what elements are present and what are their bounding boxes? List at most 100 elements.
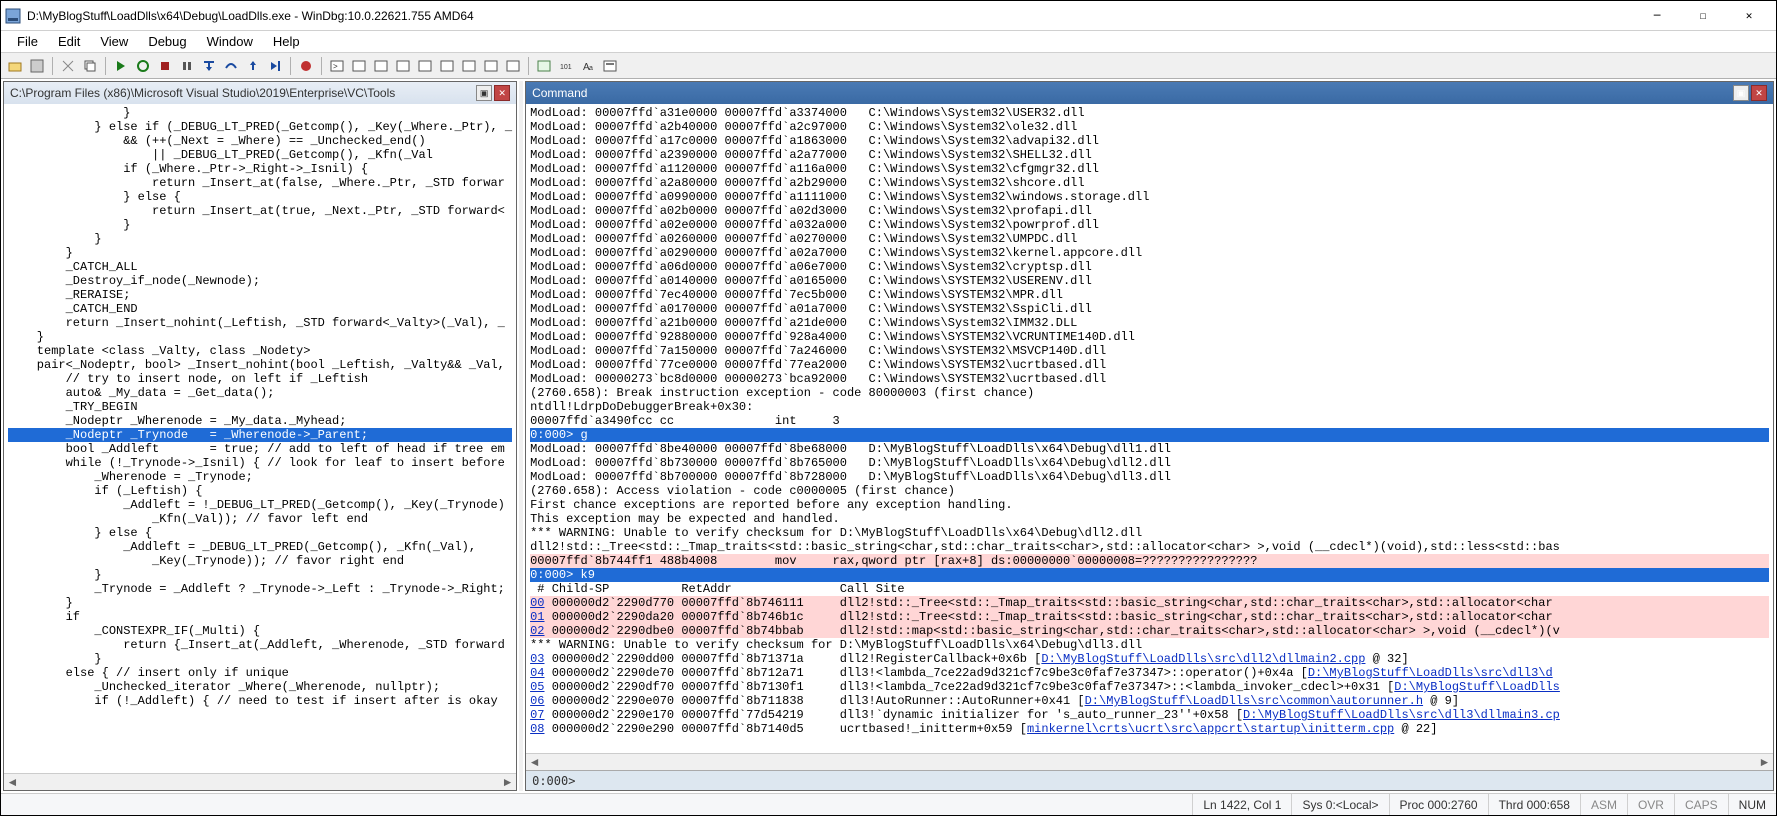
- memory-window-icon[interactable]: [415, 56, 435, 76]
- source-line[interactable]: auto& _My_data = _Get_data();: [8, 386, 512, 400]
- source-line[interactable]: || _DEBUG_LT_PRED(_Getcomp(), _Kfn(_Val: [8, 148, 512, 162]
- source-line[interactable]: }: [8, 568, 512, 582]
- source-line[interactable]: return _Insert_at(false, _Where._Ptr, _S…: [8, 176, 512, 190]
- source-line[interactable]: _TRY_BEGIN: [8, 400, 512, 414]
- stop-icon[interactable]: [155, 56, 175, 76]
- open-icon[interactable]: [5, 56, 25, 76]
- source-line[interactable]: _Nodeptr _Wherenode = _My_data._Myhead;: [8, 414, 512, 428]
- source-line[interactable]: && (++(_Next = _Where) == _Unchecked_end…: [8, 134, 512, 148]
- dml-link[interactable]: minkernel\crts\ucrt\src\appcrt\startup\i…: [1027, 722, 1394, 736]
- pane-dock-icon[interactable]: ▣: [476, 85, 492, 101]
- dml-link[interactable]: 01: [530, 610, 544, 624]
- step-out-icon[interactable]: [243, 56, 263, 76]
- dml-link[interactable]: D:\MyBlogStuff\LoadDlls: [1394, 680, 1560, 694]
- scroll-right-icon[interactable]: ►: [499, 775, 516, 790]
- break-icon[interactable]: [177, 56, 197, 76]
- source-line[interactable]: }: [8, 652, 512, 666]
- dml-link[interactable]: 00: [530, 596, 544, 610]
- locals-window-icon[interactable]: [371, 56, 391, 76]
- menu-help[interactable]: Help: [263, 32, 310, 51]
- command-pane-titlebar[interactable]: Command ▣ ✕: [526, 82, 1773, 104]
- source-line[interactable]: else { // insert only if unique: [8, 666, 512, 680]
- cut-icon[interactable]: [58, 56, 78, 76]
- source-line[interactable]: _Wherenode = _Trynode;: [8, 470, 512, 484]
- source-line[interactable]: return _Insert_at(true, _Next._Ptr, _STD…: [8, 204, 512, 218]
- source-line[interactable]: pair<_Nodeptr, bool> _Insert_nohint(bool…: [8, 358, 512, 372]
- scroll-left-icon[interactable]: ◄: [4, 775, 21, 790]
- minimize-button[interactable]: ─: [1634, 1, 1680, 31]
- pane-close-icon[interactable]: ✕: [494, 85, 510, 101]
- source-line[interactable]: template <class _Valty, class _Nodety>: [8, 344, 512, 358]
- source-line[interactable]: _Destroy_if_node(_Newnode);: [8, 274, 512, 288]
- step-over-icon[interactable]: [221, 56, 241, 76]
- source-line[interactable]: if (!_Addleft) { // need to test if inse…: [8, 694, 512, 708]
- source-line[interactable]: _Key(_Trynode)); // favor right end: [8, 554, 512, 568]
- source-line[interactable]: }: [8, 246, 512, 260]
- source-line[interactable]: if (_Where._Ptr->_Right->_Isnil) {: [8, 162, 512, 176]
- menu-file[interactable]: File: [7, 32, 48, 51]
- breakpoints-icon[interactable]: [296, 56, 316, 76]
- source-line[interactable]: if: [8, 610, 512, 624]
- source-line[interactable]: _Addleft = _DEBUG_LT_PRED(_Getcomp(), _K…: [8, 540, 512, 554]
- maximize-button[interactable]: ☐: [1680, 1, 1726, 31]
- source-line[interactable]: } else {: [8, 190, 512, 204]
- source-line[interactable]: _RERAISE;: [8, 288, 512, 302]
- dml-link[interactable]: 04: [530, 666, 544, 680]
- callstack-window-icon[interactable]: [437, 56, 457, 76]
- source-line[interactable]: _Unchecked_iterator _Where(_Wherenode, n…: [8, 680, 512, 694]
- go-icon[interactable]: [111, 56, 131, 76]
- source-line[interactable]: _Nodeptr _Trynode = _Wherenode->_Parent;: [8, 428, 512, 442]
- save-icon[interactable]: [27, 56, 47, 76]
- font-icon[interactable]: Aa: [578, 56, 598, 76]
- menu-window[interactable]: Window: [197, 32, 263, 51]
- source-line[interactable]: } else {: [8, 526, 512, 540]
- options-icon[interactable]: [600, 56, 620, 76]
- dml-link[interactable]: D:\MyBlogStuff\LoadDlls\src\dll3\d: [1308, 666, 1553, 680]
- source-line[interactable]: _CONSTEXPR_IF(_Multi) {: [8, 624, 512, 638]
- assembly-mode-icon[interactable]: 101: [556, 56, 576, 76]
- source-line[interactable]: _CATCH_ALL: [8, 260, 512, 274]
- source-line[interactable]: } else if (_DEBUG_LT_PRED(_Getcomp(), _K…: [8, 120, 512, 134]
- scroll-right-icon[interactable]: ►: [1756, 755, 1773, 770]
- source-line[interactable]: while (!_Trynode->_Isnil) { // look for …: [8, 456, 512, 470]
- dml-link[interactable]: 06: [530, 694, 544, 708]
- pane-dock-icon[interactable]: ▣: [1733, 85, 1749, 101]
- menu-view[interactable]: View: [90, 32, 138, 51]
- pane-splitter[interactable]: [519, 81, 523, 791]
- dml-link[interactable]: 07: [530, 708, 544, 722]
- command-input[interactable]: [581, 774, 1767, 788]
- dml-link[interactable]: D:\MyBlogStuff\LoadDlls\src\dll2\dllmain…: [1041, 652, 1365, 666]
- source-line[interactable]: // try to insert node, on left if _Lefti…: [8, 372, 512, 386]
- source-line[interactable]: return _Insert_nohint(_Leftish, _STD for…: [8, 316, 512, 330]
- source-line[interactable]: _Addleft = !_DEBUG_LT_PRED(_Getcomp(), _…: [8, 498, 512, 512]
- source-line[interactable]: }: [8, 330, 512, 344]
- dml-link[interactable]: D:\MyBlogStuff\LoadDlls\src\common\autor…: [1085, 694, 1423, 708]
- close-button[interactable]: ✕: [1726, 1, 1772, 31]
- dml-link[interactable]: D:\MyBlogStuff\LoadDlls\src\dll3\dllmain…: [1243, 708, 1560, 722]
- disasm-window-icon[interactable]: [459, 56, 479, 76]
- source-line[interactable]: }: [8, 218, 512, 232]
- source-line[interactable]: _Kfn(_Val)); // favor left end: [8, 512, 512, 526]
- source-line[interactable]: return {_Insert_at(_Addleft, _Wherenode,…: [8, 638, 512, 652]
- dml-link[interactable]: 05: [530, 680, 544, 694]
- dml-link[interactable]: 08: [530, 722, 544, 736]
- source-pane-titlebar[interactable]: C:\Program Files (x86)\Microsoft Visual …: [4, 82, 516, 104]
- menu-debug[interactable]: Debug: [138, 32, 196, 51]
- copy-icon[interactable]: [80, 56, 100, 76]
- source-mode-icon[interactable]: [534, 56, 554, 76]
- source-line[interactable]: }: [8, 232, 512, 246]
- menu-edit[interactable]: Edit: [48, 32, 90, 51]
- run-to-cursor-icon[interactable]: [265, 56, 285, 76]
- scratch-window-icon[interactable]: [481, 56, 501, 76]
- registers-window-icon[interactable]: [393, 56, 413, 76]
- command-horizontal-scrollbar[interactable]: ◄ ►: [526, 753, 1773, 770]
- step-into-icon[interactable]: [199, 56, 219, 76]
- source-line[interactable]: bool _Addleft = true; // add to left of …: [8, 442, 512, 456]
- restart-icon[interactable]: [133, 56, 153, 76]
- command-window-icon[interactable]: >: [327, 56, 347, 76]
- source-line[interactable]: }: [8, 596, 512, 610]
- source-line[interactable]: _CATCH_END: [8, 302, 512, 316]
- command-output[interactable]: ModLoad: 00007ffd`a31e0000 00007ffd`a337…: [526, 104, 1773, 753]
- source-view[interactable]: } } else if (_DEBUG_LT_PRED(_Getcomp(), …: [4, 104, 516, 773]
- watch-window-icon[interactable]: [349, 56, 369, 76]
